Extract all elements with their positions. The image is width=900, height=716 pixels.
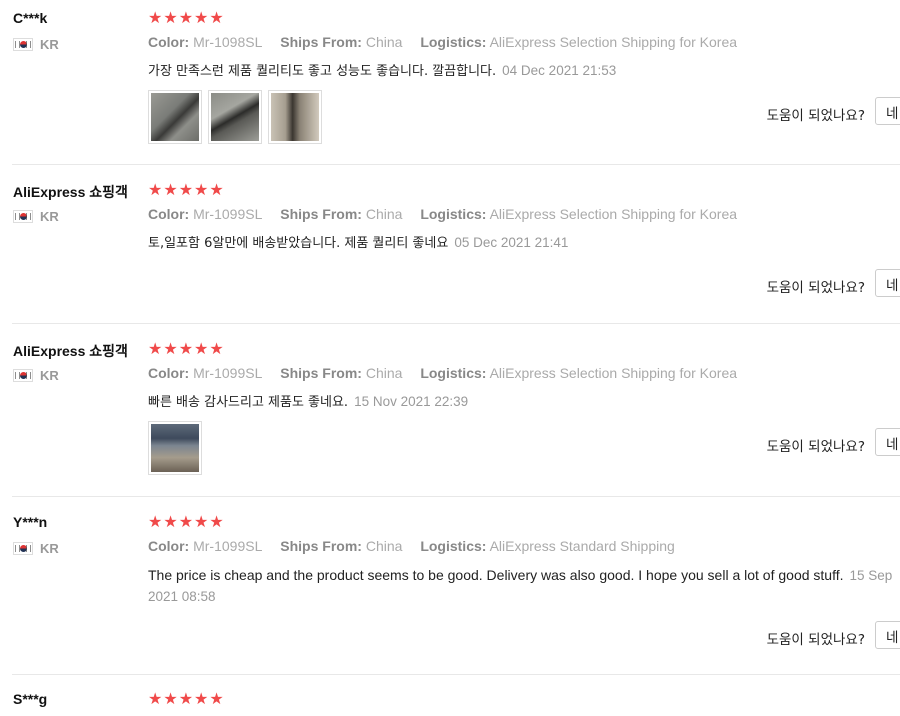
color-label: Color:	[148, 538, 190, 554]
review-photos	[148, 90, 322, 144]
ships-from-value: China	[365, 34, 403, 50]
color-value: Mr-1099SL	[193, 365, 263, 381]
photo-bottle	[151, 424, 199, 472]
color-value: Mr-1099SL	[193, 538, 263, 554]
kr-flag-icon	[13, 369, 33, 382]
review-text: 가장 만족스런 제품 퀄리티도 좋고 성능도 좋습니다. 깔끔합니다. 04 De…	[148, 61, 900, 82]
reviewer-name: C***k	[13, 10, 48, 26]
kr-flag-icon	[13, 542, 33, 555]
review-date: 05 Dec 2021 21:41	[454, 235, 569, 250]
ships-from-label: Ships From:	[280, 365, 362, 381]
review-divider	[12, 674, 900, 675]
star-rating: ★★★★★	[148, 8, 225, 27]
ships-from-label: Ships From:	[280, 34, 362, 50]
helpful-yes-button[interactable]: 네	[875, 97, 900, 125]
review-text: 빠른 배송 감사드리고 제품도 좋네요. 15 Nov 2021 22:39	[148, 392, 900, 413]
logistics-value: AliExpress Selection Shipping for Korea	[489, 34, 738, 50]
logistics-value: AliExpress Selection Shipping for Korea	[489, 206, 738, 222]
color-label: Color:	[148, 206, 190, 222]
photo-knife-1	[151, 93, 199, 141]
ships-from-value: China	[365, 538, 403, 554]
helpful-yes-button[interactable]: 네	[875, 621, 900, 649]
helpful-question: 도움이 되었나요?	[766, 439, 865, 455]
country-code: KR	[40, 541, 59, 556]
helpful-question: 도움이 되었나요?	[766, 632, 865, 648]
color-label: Color:	[148, 365, 190, 381]
reviewer-country: KR	[13, 37, 59, 52]
review-text: 토,일포함 6알만에 배송받았습니다. 제품 퀄리티 좋네요 05 Dec 202…	[148, 233, 900, 254]
reviewer-name: AliExpress 쇼핑객	[13, 343, 128, 359]
review-divider	[12, 323, 900, 324]
review-meta: Color: Mr-1099SL Ships From: China Logis…	[148, 206, 751, 222]
logistics-label: Logistics:	[420, 365, 487, 381]
logistics-value: AliExpress Selection Shipping for Korea	[489, 365, 738, 381]
photo-knife-3	[271, 93, 319, 141]
review-photo[interactable]	[148, 421, 202, 475]
photo-knife-2	[211, 93, 259, 141]
reviewer-country: KR	[13, 209, 59, 224]
helpful-question: 도움이 되었나요?	[766, 108, 865, 124]
ships-from-value: China	[365, 206, 403, 222]
review-photo[interactable]	[208, 90, 262, 144]
reviewer-country: KR	[13, 541, 59, 556]
ships-from-label: Ships From:	[280, 538, 362, 554]
color-value: Mr-1098SL	[193, 34, 263, 50]
country-code: KR	[40, 209, 59, 224]
review-photo[interactable]	[148, 90, 202, 144]
reviewer-country: KR	[13, 368, 59, 383]
country-code: KR	[40, 37, 59, 52]
logistics-label: Logistics:	[420, 34, 487, 50]
star-rating: ★★★★★	[148, 689, 225, 708]
reviewer-name: S***g	[13, 691, 48, 707]
logistics-label: Logistics:	[420, 538, 487, 554]
review-body: 토,일포함 6알만에 배송받았습니다. 제품 퀄리티 좋네요	[148, 236, 449, 251]
star-rating: ★★★★★	[148, 180, 225, 199]
review-date: 15 Nov 2021 22:39	[354, 394, 469, 409]
color-label: Color:	[148, 34, 190, 50]
reviewer-name: Y***n	[13, 514, 48, 530]
review-date: 04 Dec 2021 21:53	[502, 63, 617, 78]
kr-flag-icon	[13, 210, 33, 223]
reviewer-name: AliExpress 쇼핑객	[13, 184, 128, 200]
review-divider	[12, 496, 900, 497]
review-body: 빠른 배송 감사드리고 제품도 좋네요.	[148, 395, 349, 410]
review-meta: Color: Mr-1098SL Ships From: China Logis…	[148, 34, 751, 50]
review-photo[interactable]	[268, 90, 322, 144]
review-body: The price is cheap and the product seems…	[148, 567, 844, 583]
ships-from-label: Ships From:	[280, 206, 362, 222]
star-rating: ★★★★★	[148, 512, 225, 531]
kr-flag-icon	[13, 38, 33, 51]
review-meta: Color: Mr-1099SL Ships From: China Logis…	[148, 538, 689, 554]
ships-from-value: China	[365, 365, 403, 381]
helpful-yes-button[interactable]: 네	[875, 428, 900, 456]
review-meta: Color: Mr-1099SL Ships From: China Logis…	[148, 365, 751, 381]
logistics-value: AliExpress Standard Shipping	[489, 538, 675, 554]
logistics-label: Logistics:	[420, 206, 487, 222]
country-code: KR	[40, 368, 59, 383]
star-rating: ★★★★★	[148, 339, 225, 358]
review-body: 가장 만족스런 제품 퀄리티도 좋고 성능도 좋습니다. 깔끔합니다.	[148, 64, 497, 79]
helpful-question: 도움이 되었나요?	[766, 280, 865, 296]
review-divider	[12, 164, 900, 165]
review-photos	[148, 421, 202, 475]
review-text: The price is cheap and the product seems…	[148, 565, 900, 607]
helpful-yes-button[interactable]: 네	[875, 269, 900, 297]
color-value: Mr-1099SL	[193, 206, 263, 222]
